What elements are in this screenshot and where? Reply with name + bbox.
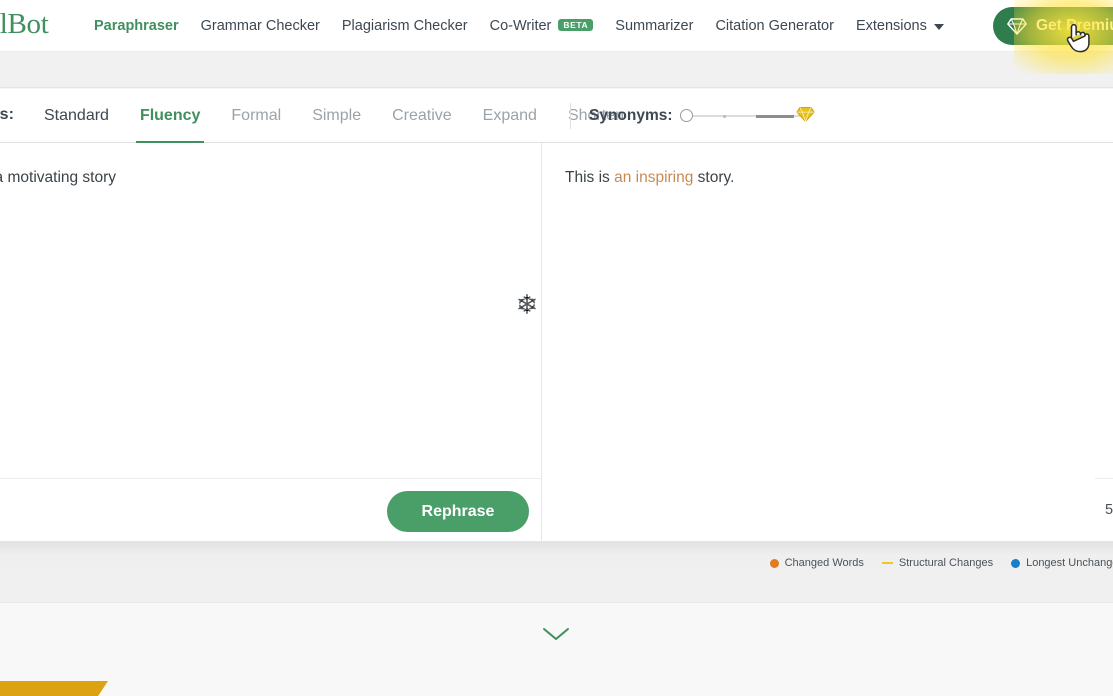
quillbot-logo[interactable]: uillBot	[0, 8, 49, 41]
mode-formal[interactable]: Formal	[231, 89, 281, 143]
nav-item-paraphraser[interactable]: Paraphraser	[94, 18, 179, 34]
output-text-after: story.	[693, 169, 735, 186]
legend-label: Changed Words	[784, 557, 864, 569]
nav-item-co-writer[interactable]: Co-Writer BETA	[490, 18, 594, 34]
mode-label: Expand	[482, 107, 537, 124]
input-panel: s is a motivating story ords Rephrase	[0, 143, 541, 542]
toolbar-divider	[570, 103, 571, 129]
modes-label: des:	[0, 106, 14, 123]
chevron-down-icon[interactable]	[541, 625, 571, 643]
mode-simple[interactable]: Simple	[312, 89, 361, 143]
nav-item-label: Summarizer	[615, 18, 694, 34]
mode-label: Fluency	[139, 107, 201, 124]
legend-item-changed-words: Changed Words	[769, 557, 864, 569]
output-text-before: This is	[565, 169, 615, 186]
get-premium-button[interactable]: Get Premiu	[993, 7, 1113, 45]
legend-item-longest-unchanged-words: Longest Unchanged W	[1011, 557, 1113, 569]
diamond-icon	[795, 106, 815, 123]
legend-marker-dash	[881, 561, 893, 565]
mode-label: Standard	[44, 107, 109, 124]
legend-marker-dot	[769, 558, 779, 568]
nav-item-citation-generator[interactable]: Citation Generator	[715, 18, 833, 34]
nav-item-label: Co-Writer	[489, 18, 552, 34]
slider-track-filled	[755, 115, 794, 118]
snowflake-icon[interactable]	[516, 293, 538, 315]
nav-item-summarizer[interactable]: Summarizer	[615, 18, 693, 34]
output-panel-footer: 5 Words	[1095, 478, 1113, 542]
nav-item-extensions[interactable]: Extensions	[856, 18, 944, 34]
legend-area: Changed Words Structural Changes Longest…	[0, 542, 1113, 602]
legend-marker-dot	[1011, 558, 1021, 568]
get-premium-label: Get Premiu	[1036, 17, 1113, 34]
input-text[interactable]: s is a motivating story	[0, 166, 116, 189]
paraphraser-editor-card: s is a motivating story ords Rephrase Th…	[0, 143, 1113, 542]
top-navbar: uillBot Paraphraser Grammar Checker Plag…	[0, 0, 1113, 74]
nav-item-grammar-checker[interactable]: Grammar Checker	[201, 18, 320, 34]
nav-item-plagiarism-checker[interactable]: Plagiarism Checker	[342, 18, 468, 34]
promo-ribbon[interactable]	[0, 681, 108, 696]
output-text[interactable]: This is an inspiring story.	[565, 166, 734, 189]
chevron-down-icon	[933, 24, 944, 30]
mode-creative[interactable]: Creative	[392, 89, 452, 143]
nav-item-label: Citation Generator	[715, 18, 834, 34]
nav-item-label: Paraphraser	[94, 18, 179, 34]
legend-label: Structural Changes	[898, 557, 994, 569]
output-word-count: 5 Words	[1105, 502, 1113, 518]
beta-badge: BETA	[558, 18, 594, 32]
mode-expand[interactable]: Expand	[483, 89, 537, 143]
legend-label: Longest Unchanged W	[1026, 557, 1113, 569]
rephrase-button[interactable]: Rephrase	[387, 491, 529, 532]
synonyms-label: Synonyms:	[589, 107, 673, 124]
nav-links: Paraphraser Grammar Checker Plagiarism C…	[94, 0, 966, 52]
output-panel: This is an inspiring story. 5 Words	[542, 143, 1113, 542]
mode-label: Simple	[312, 107, 362, 124]
mode-standard[interactable]: Standard	[44, 89, 109, 143]
mode-label: Creative	[392, 107, 452, 124]
legend-item-structural-changes: Structural Changes	[881, 557, 994, 569]
secondary-gray-band	[0, 52, 1113, 88]
nav-item-label: Grammar Checker	[200, 18, 320, 34]
quillbot-paraphraser-page: uillBot Paraphraser Grammar Checker Plag…	[0, 0, 1113, 696]
modes-list: Standard Fluency Formal Simple Creative …	[44, 89, 655, 143]
diff-legend: Changed Words Structural Changes Longest…	[769, 557, 1113, 569]
mode-label: Formal	[231, 107, 282, 124]
nav-item-label: Plagiarism Checker	[341, 18, 468, 34]
synonyms-control: Synonyms:	[589, 89, 815, 143]
slider-handle[interactable]	[679, 109, 693, 122]
output-changed-words[interactable]: an inspiring	[614, 169, 693, 186]
synonyms-slider[interactable]	[679, 106, 815, 125]
input-panel-footer: ords Rephrase	[0, 478, 541, 542]
nav-item-label: Extensions	[855, 18, 927, 34]
diamond-icon	[1007, 17, 1027, 35]
slider-tick	[722, 114, 726, 118]
lower-content-area	[0, 602, 1113, 696]
mode-fluency[interactable]: Fluency	[135, 89, 205, 143]
modes-toolbar: des: Standard Fluency Formal Simple Crea…	[0, 89, 1113, 143]
